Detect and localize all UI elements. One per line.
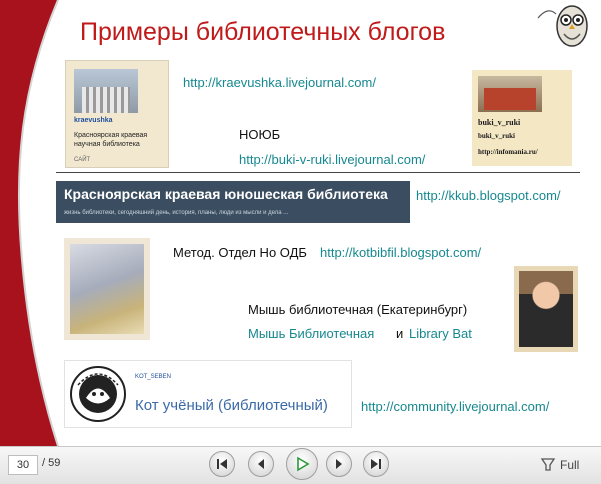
slide-title: Примеры библиотечных блогов — [80, 18, 446, 46]
kotbibfil-link[interactable]: http://kotbibfil.blogspot.com/ — [320, 245, 481, 260]
next-slide-button[interactable] — [326, 451, 352, 477]
kot-nick: KOT_SEBEN — [135, 374, 172, 380]
buki-nick: buki_v_ruki — [478, 118, 521, 127]
buki-v-ruki-link[interactable]: http://buki-v-ruki.livejournal.com/ — [239, 152, 425, 167]
section-divider — [56, 172, 580, 173]
and-text: и — [396, 326, 404, 341]
kraevushka-link[interactable]: http://kraevushka.livejournal.com/ — [183, 75, 376, 90]
cat-painting-image — [70, 244, 144, 334]
current-page-input[interactable]: 30 — [8, 455, 38, 475]
slide-canvas: Примеры библиотечных блогов kraevushka К… — [0, 0, 601, 446]
metod-label: Метод. Отдел Но ОДБ — [173, 245, 307, 260]
last-slide-icon — [371, 459, 381, 469]
total-pages-label: / 59 — [42, 457, 61, 469]
fullscreen-label: Full — [560, 458, 580, 472]
blogger-photo-thumbnail — [514, 266, 578, 352]
buki-v-ruki-thumbnail: buki_v_ruki buki_v_ruki http://infomania… — [472, 70, 572, 166]
first-slide-button[interactable] — [209, 451, 235, 477]
community-link[interactable]: http://community.livejournal.com/ — [361, 399, 549, 414]
fullscreen-button[interactable]: Full — [540, 455, 579, 475]
play-button[interactable] — [286, 448, 318, 480]
play-icon — [297, 456, 310, 472]
previous-slide-button[interactable] — [248, 451, 274, 477]
kkub-banner-heading: Красноярская краевая юношеская библиотек… — [64, 186, 388, 202]
kot-uchenyi-thumbnail: KOT_SEBEN Кот учёный (библиотечный) — [64, 360, 352, 428]
first-slide-icon — [217, 459, 227, 469]
red-curve-decoration — [0, 0, 59, 446]
buki-building-image — [478, 76, 542, 112]
buki-site-url: http://infomania.ru/ — [478, 148, 538, 156]
kkub-banner-subheading: жизнь библиотеки, сегодняшний день, исто… — [64, 210, 289, 216]
mouse-library-link[interactable]: Мышь Библиотечная — [248, 326, 374, 341]
kraevushka-nick: kraevushka — [74, 117, 113, 124]
blogger-photo-image — [519, 271, 573, 347]
owl-logo-icon — [537, 5, 588, 47]
kraevushka-site-label: САЙТ — [74, 157, 91, 163]
cat-seal-icon — [70, 366, 126, 422]
noub-label: НОЮБ — [239, 127, 281, 142]
kkub-link[interactable]: http://kkub.blogspot.com/ — [416, 188, 561, 203]
kraevushka-description: Красноярская краевая научная библиотека — [74, 132, 148, 148]
next-slide-icon — [336, 459, 342, 469]
cat-painting-thumbnail — [64, 238, 150, 340]
previous-slide-icon — [258, 459, 264, 469]
kot-blog-name: Кот учёный (библиотечный) — [135, 397, 328, 414]
player-toolbar: 30 / 59 Full — [0, 446, 601, 484]
kkub-banner: Красноярская краевая юношеская библиотек… — [56, 181, 410, 223]
fullscreen-icon — [540, 458, 556, 471]
buki-title: buki_v_ruki — [478, 132, 515, 140]
last-slide-button[interactable] — [363, 451, 389, 477]
mouse-library-label: Мышь библиотечная (Екатеринбург) — [248, 302, 468, 317]
library-bat-link[interactable]: Library Bat — [409, 326, 472, 341]
library-building-image — [74, 69, 138, 113]
kraevushka-thumbnail: kraevushka Красноярская краевая научная … — [65, 60, 169, 168]
